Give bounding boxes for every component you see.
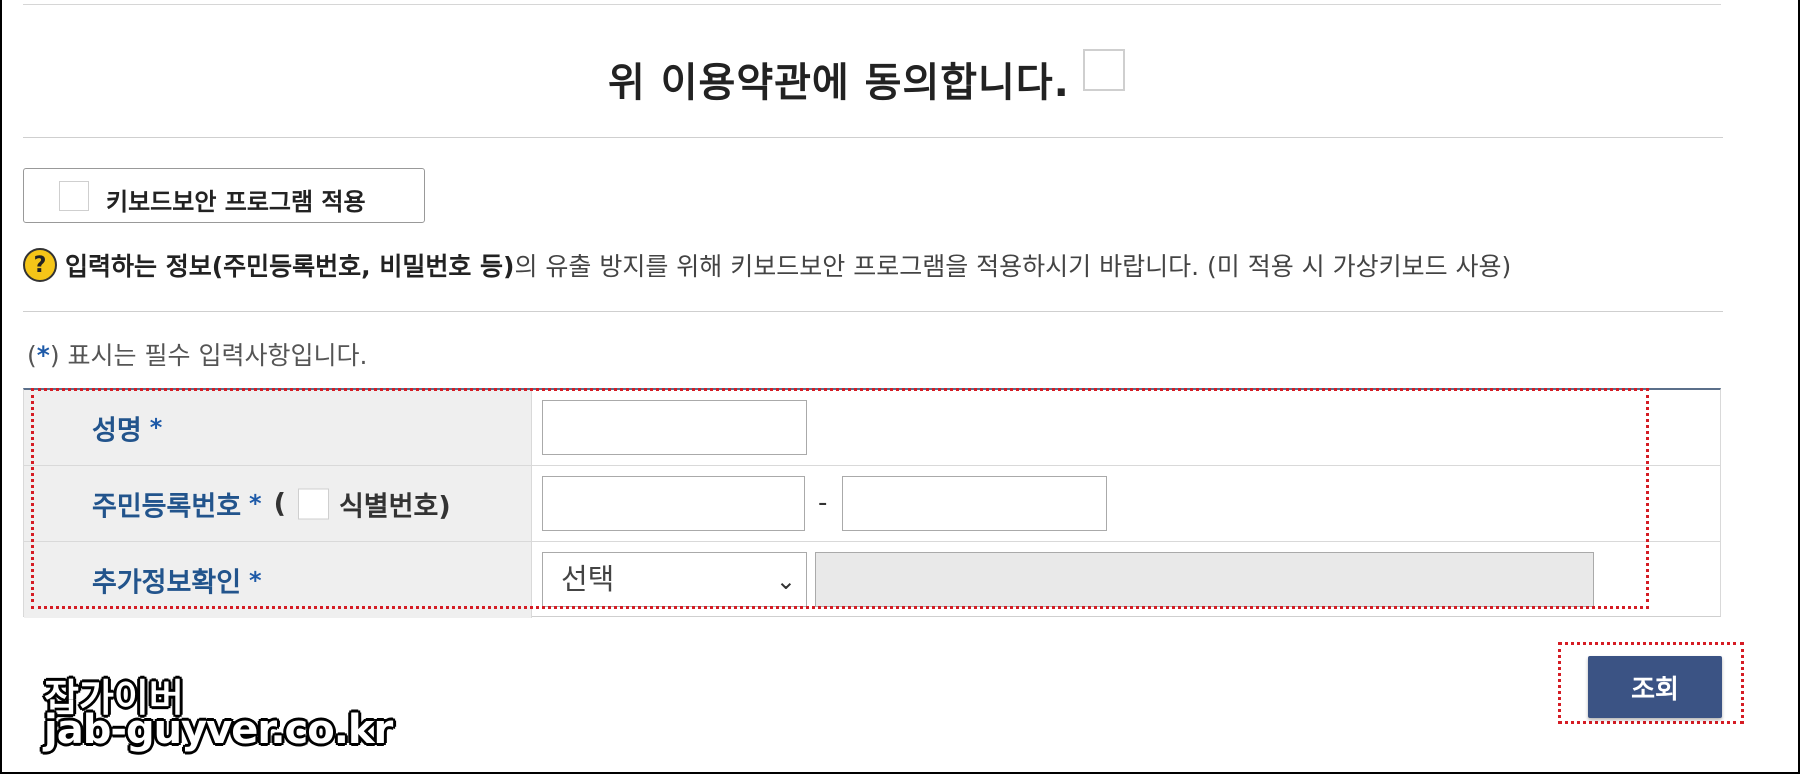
notice-text: 의 유출 방지를 위해 키보드보안 프로그램을 적용하시기 바랍니다. (미 적…: [514, 252, 1512, 281]
required-note-open: (: [27, 341, 37, 370]
page-frame: [0, 0, 1800, 774]
notice-strong-text: 입력하는 정보(주민등록번호, 비밀번호 등): [65, 252, 515, 281]
form-highlight: [31, 388, 1649, 609]
required-note-text: ) 표시는 필수 입력사항입니다.: [49, 341, 368, 370]
divider: [23, 311, 1723, 312]
required-note: (*) 표시는 필수 입력사항입니다.: [27, 336, 367, 372]
keyboard-security-notice: ? 입력하는 정보(주민등록번호, 비밀번호 등) 의 유출 방지를 위해 키보…: [23, 246, 1511, 284]
divider: [23, 4, 1721, 5]
question-icon: ?: [23, 248, 57, 282]
agreement-checkbox[interactable]: [1083, 49, 1125, 91]
search-button[interactable]: 조회: [1588, 656, 1722, 718]
keyboard-security-checkbox[interactable]: [59, 181, 89, 211]
divider: [23, 137, 1723, 138]
agreement-title: 위 이용약관에 동의합니다.: [608, 60, 1070, 106]
watermark-url: jab-guyver.co.kr: [44, 707, 393, 753]
keyboard-security-label: 키보드보안 프로그램 적용: [106, 188, 366, 216]
required-star-icon: *: [36, 341, 50, 370]
keyboard-security-toggle[interactable]: 키보드보안 프로그램 적용: [23, 168, 425, 223]
